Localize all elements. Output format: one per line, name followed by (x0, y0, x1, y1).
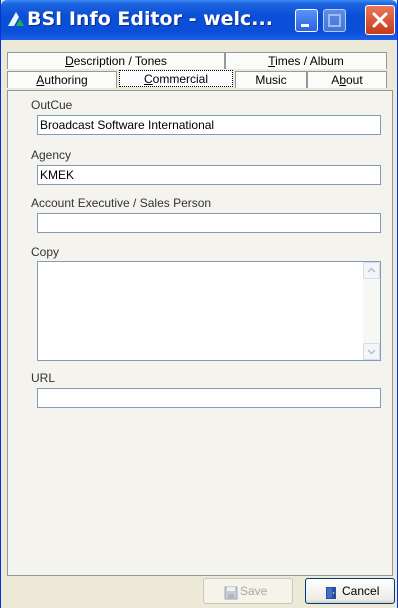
cancel-button[interactable]: Cancel (305, 578, 395, 604)
floppy-disk-icon (224, 584, 238, 608)
maximize-icon (328, 14, 341, 27)
minimize-button[interactable] (295, 9, 318, 32)
window-title: BSI Info Editor - welc... (27, 8, 273, 30)
agency-label: Agency (31, 148, 72, 162)
tab-times-album[interactable]: Times / Album (225, 52, 387, 69)
copy-label: Copy (31, 245, 60, 259)
copy-scrollbar[interactable] (363, 262, 380, 360)
maximize-button[interactable] (323, 9, 346, 32)
tab-row-top: Description / Tones Times / Album (7, 52, 393, 69)
tab-authoring[interactable]: Authoring (7, 71, 117, 88)
scroll-down-button[interactable] (363, 343, 380, 360)
editor-window: BSI Info Editor - welc... Description / … (0, 0, 398, 608)
outcue-field[interactable]: Broadcast Software International (37, 115, 381, 135)
save-button[interactable]: Save (203, 578, 293, 604)
tab-description-tones[interactable]: Description / Tones (7, 52, 225, 69)
cancel-label: Cancel (342, 584, 380, 598)
copy-textarea[interactable] (37, 261, 381, 361)
close-button[interactable] (365, 5, 395, 35)
outcue-label: OutCue (31, 98, 73, 112)
url-label: URL (31, 371, 56, 385)
tab-about[interactable]: About (307, 71, 387, 88)
minimize-icon (301, 24, 309, 27)
agency-field[interactable]: KMEK (37, 165, 381, 185)
close-icon (372, 12, 388, 28)
account-exec-label: Account Executive / Sales Person (31, 196, 212, 210)
scroll-up-icon (367, 267, 376, 273)
url-field[interactable] (37, 388, 381, 408)
save-label: Save (240, 584, 268, 598)
scroll-up-button[interactable] (363, 262, 380, 279)
app-logo-icon (7, 10, 25, 28)
tab-row-bottom: Authoring Commercial Music About (7, 70, 393, 88)
title-bar[interactable]: BSI Info Editor - welc... (1, 0, 397, 40)
door-icon (324, 584, 338, 608)
account-exec-field[interactable] (37, 213, 381, 233)
scroll-down-icon (367, 349, 376, 355)
tab-music[interactable]: Music (235, 71, 307, 88)
tab-commercial[interactable]: Commercial (119, 70, 233, 87)
